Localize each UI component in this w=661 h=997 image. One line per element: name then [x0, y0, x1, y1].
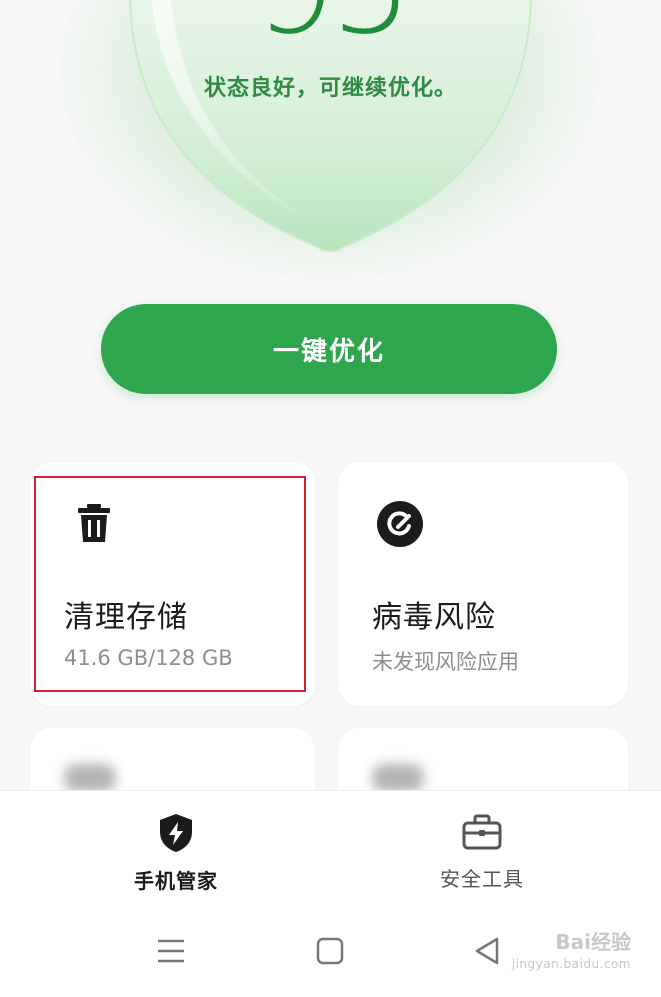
virus-risk-title: 病毒风险 — [372, 600, 496, 635]
nav-phone-manager[interactable]: 手机管家 — [106, 813, 246, 894]
watermark-brand: Bai经验 — [555, 930, 631, 954]
nav-security-tools-label: 安全工具 — [440, 867, 524, 891]
health-status-text: 状态良好，可继续优化。 — [203, 76, 457, 101]
highlight-box — [34, 476, 306, 692]
one-click-optimize-button[interactable]: 一键优化 — [101, 304, 557, 394]
baidu-jingyan-watermark: Bai经验 jingyan.baidu.com — [512, 932, 631, 970]
shield-bolt-icon — [160, 814, 192, 852]
back-icon[interactable] — [474, 937, 500, 965]
blurred-icon — [372, 764, 424, 792]
virus-status-text: 未发现风险应用 — [372, 650, 519, 674]
health-hero: 95 状态良好，可继续优化。 — [0, 0, 661, 290]
scan-icon — [377, 501, 423, 547]
menu-icon[interactable] — [157, 938, 185, 964]
home-icon[interactable] — [316, 937, 344, 965]
virus-risk-card[interactable]: 病毒风险 未发现风险应用 — [338, 462, 628, 706]
nav-phone-manager-label: 手机管家 — [134, 869, 218, 893]
watermark-url: jingyan.baidu.com — [511, 957, 631, 971]
health-score: 95 — [240, 0, 420, 52]
toolbox-icon — [462, 814, 502, 850]
nav-security-tools[interactable]: 安全工具 — [412, 813, 552, 892]
blurred-icon — [64, 764, 116, 792]
